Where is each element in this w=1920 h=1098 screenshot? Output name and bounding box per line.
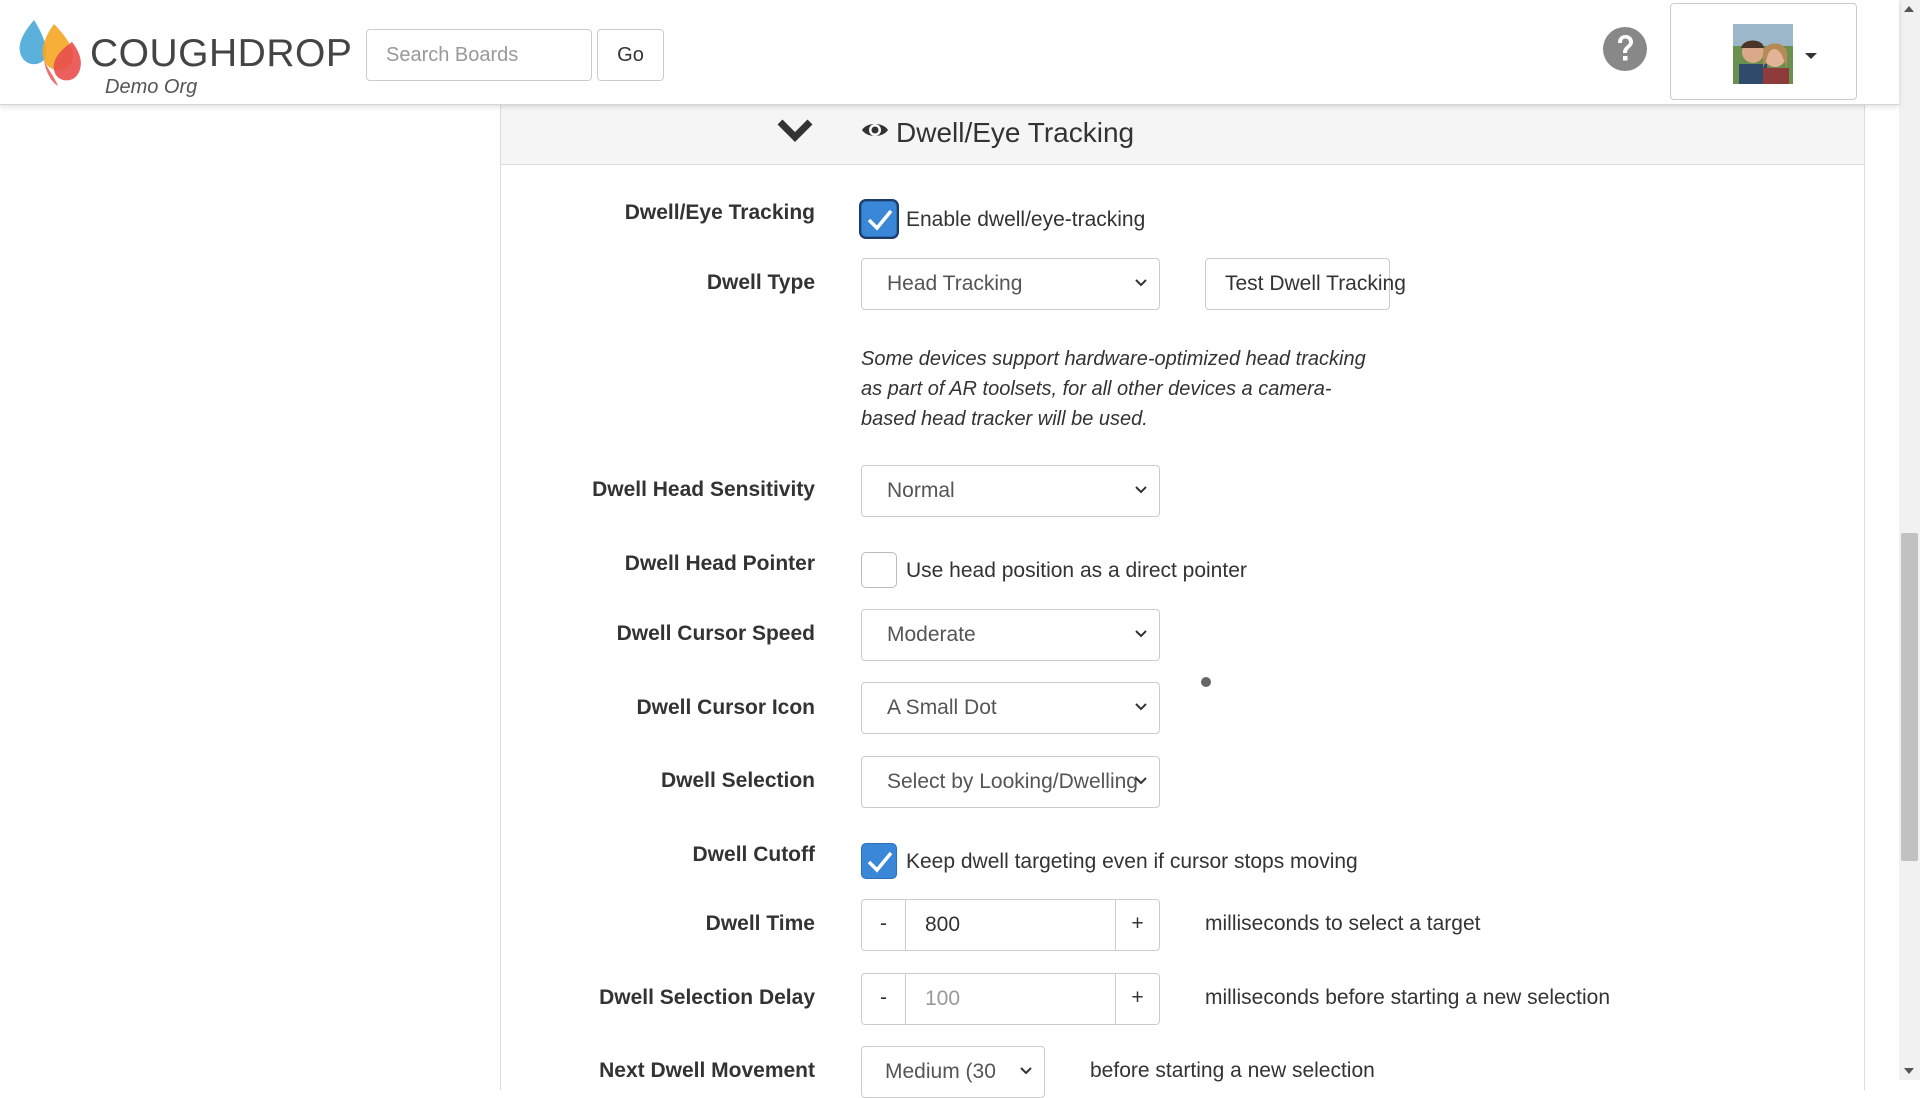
- org-name: Demo Org: [105, 76, 198, 98]
- user-menu-button[interactable]: [1670, 3, 1857, 100]
- chevron-down-icon: [1135, 279, 1147, 287]
- next-movement-suffix: before starting a new selection: [1090, 1059, 1375, 1082]
- head-sensitivity-label: Dwell Head Sensitivity: [592, 478, 815, 501]
- coughdrop-logo[interactable]: [14, 14, 84, 90]
- dwell-selection-label: Dwell Selection: [660, 769, 815, 792]
- head-sensitivity-select[interactable]: Normal: [861, 465, 1160, 517]
- dwell-time-label: Dwell Time: [705, 912, 815, 935]
- cursor-speed-select[interactable]: Moderate: [861, 609, 1160, 661]
- chevron-down-icon: [1020, 1067, 1032, 1075]
- go-button[interactable]: Go: [597, 29, 664, 81]
- selection-delay-increment-button[interactable]: +: [1115, 973, 1160, 1025]
- scroll-down-arrow-icon[interactable]: [1904, 1068, 1914, 1074]
- dwell-selection-value: Select by Looking/Dwelling: [887, 770, 1138, 793]
- enable-dwell-label[interactable]: Enable dwell/eye-tracking: [906, 207, 1145, 233]
- cursor-speed-label: Dwell Cursor Speed: [616, 622, 815, 645]
- dwell-cutoff-checkbox-label[interactable]: Keep dwell targeting even if cursor stop…: [906, 849, 1358, 875]
- question-circle-icon[interactable]: [1602, 26, 1648, 72]
- avatar: [1733, 24, 1793, 84]
- selection-delay-suffix: milliseconds before starting a new selec…: [1205, 986, 1611, 1009]
- cursor-icon-label: Dwell Cursor Icon: [636, 696, 815, 719]
- dwell-time-stepper: - 800 +: [861, 899, 1160, 951]
- scroll-thumb[interactable]: [1901, 533, 1918, 861]
- head-pointer-checkbox-label[interactable]: Use head position as a direct pointer: [906, 558, 1247, 584]
- chevron-down-icon: [1135, 703, 1147, 711]
- eye-icon: [861, 119, 889, 141]
- selection-delay-label: Dwell Selection Delay: [599, 986, 815, 1009]
- caret-down-icon: [1805, 53, 1817, 59]
- chevron-down-icon: [1135, 777, 1147, 785]
- selection-delay-decrement-button[interactable]: -: [861, 973, 906, 1025]
- enable-dwell-checkbox[interactable]: [861, 201, 897, 237]
- dwell-settings-panel: Dwell/Eye Tracking: [500, 105, 1865, 1090]
- scroll-up-arrow-icon[interactable]: [1904, 6, 1914, 12]
- head-pointer-checkbox[interactable]: [861, 552, 897, 588]
- selection-delay-stepper: - 100 +: [861, 973, 1160, 1025]
- search-boards-input[interactable]: [366, 29, 592, 81]
- dwell-time-increment-button[interactable]: +: [1115, 899, 1160, 951]
- dwell-selection-select[interactable]: Select by Looking/Dwelling: [861, 756, 1160, 808]
- dwell-cutoff-label: Dwell Cutoff: [692, 843, 815, 866]
- cursor-speed-value: Moderate: [887, 623, 976, 646]
- brand-name[interactable]: COUGHDROP: [90, 32, 352, 76]
- vertical-scrollbar[interactable]: [1899, 0, 1920, 1080]
- next-movement-select[interactable]: Medium (30: [861, 1046, 1045, 1098]
- dwell-type-help-text: Some devices support hardware-optimized …: [861, 348, 1366, 430]
- chevron-down-icon: [1135, 630, 1147, 638]
- top-navbar: COUGHDROP Demo Org Go: [0, 0, 1899, 105]
- chevron-down-icon: [1135, 486, 1147, 494]
- cursor-icon-select[interactable]: A Small Dot: [861, 682, 1160, 734]
- dwell-time-input[interactable]: 800: [905, 899, 1116, 951]
- test-dwell-tracking-button[interactable]: Test Dwell Tracking: [1205, 258, 1406, 310]
- head-sensitivity-value: Normal: [887, 479, 955, 502]
- panel-title: Dwell/Eye Tracking: [896, 117, 1135, 148]
- dwell-type-select[interactable]: Head Tracking: [861, 258, 1160, 310]
- next-movement-label: Next Dwell Movement: [599, 1059, 815, 1082]
- dwell-type-label: Dwell Type: [706, 271, 815, 294]
- cursor-icon-value: A Small Dot: [887, 696, 997, 719]
- dwell-type-value: Head Tracking: [887, 272, 1023, 295]
- dwell-cutoff-checkbox[interactable]: [861, 843, 897, 879]
- dwell-tracking-label: Dwell/Eye Tracking: [624, 201, 815, 224]
- panel-heading[interactable]: Dwell/Eye Tracking: [501, 105, 1864, 165]
- cursor-preview-dot: [1201, 677, 1211, 687]
- dwell-time-decrement-button[interactable]: -: [861, 899, 906, 951]
- head-pointer-label: Dwell Head Pointer: [624, 552, 815, 575]
- chevron-down-icon[interactable]: [777, 117, 813, 143]
- dwell-time-suffix: milliseconds to select a target: [1205, 912, 1481, 935]
- selection-delay-input[interactable]: 100: [905, 973, 1116, 1025]
